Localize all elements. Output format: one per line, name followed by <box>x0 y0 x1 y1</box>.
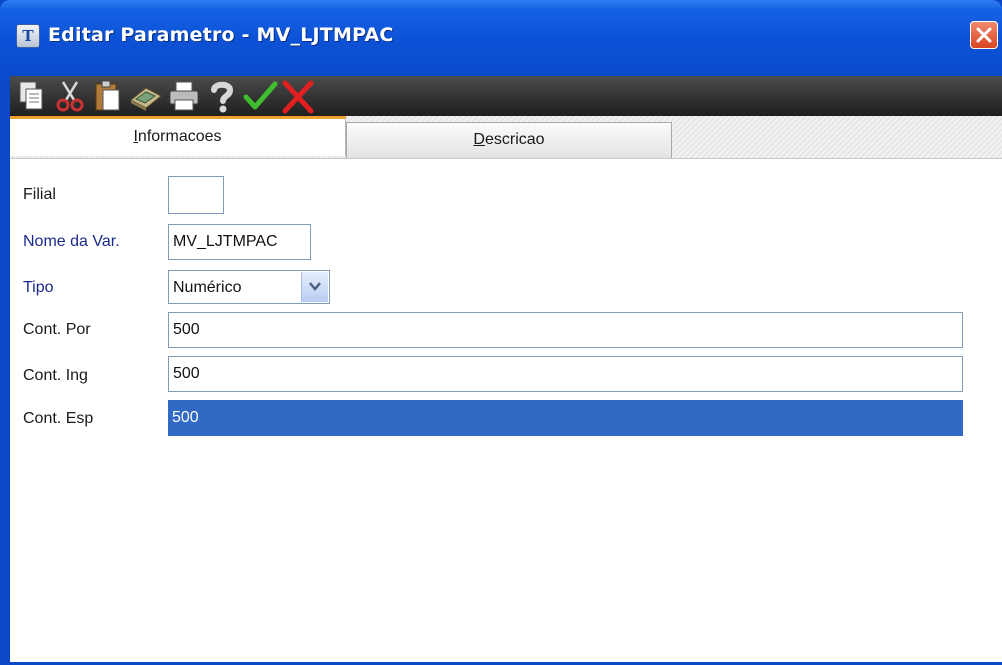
print-icon <box>169 81 199 111</box>
help-icon <box>211 81 234 113</box>
paste-icon <box>95 80 120 111</box>
cancel-x-icon <box>282 80 314 114</box>
copy-icon <box>19 81 43 110</box>
nome-var-field[interactable]: MV_LJTMPAC <box>168 224 311 260</box>
tipo-label: Tipo <box>23 279 54 296</box>
cut-button[interactable] <box>52 78 88 114</box>
confirm-check-icon <box>243 81 278 110</box>
cont-esp-field[interactable]: 500 <box>168 400 963 436</box>
filial-field[interactable] <box>168 176 224 214</box>
filial-label: Filial <box>23 186 56 203</box>
print-button[interactable] <box>166 78 202 114</box>
confirm-button[interactable] <box>242 78 278 114</box>
cancel-button[interactable] <box>280 78 316 114</box>
cont-ing-field[interactable]: 500 <box>168 356 963 392</box>
cut-icon <box>56 81 84 112</box>
tipo-dropdown-button[interactable] <box>301 272 328 302</box>
dialog-window: T Editar Parametro - MV_LJTMPAC Informac… <box>0 0 1002 665</box>
nome-var-label: Nome da Var. <box>23 233 120 250</box>
close-button[interactable] <box>970 21 998 49</box>
tab-descricao[interactable]: Descricao <box>346 122 672 158</box>
dialog-content: Informacoes Descricao Filial Nome da Var… <box>10 116 1002 665</box>
cont-esp-label: Cont. Esp <box>23 410 94 427</box>
tab-informacoes-label: nformacoes <box>137 128 222 145</box>
cont-por-field[interactable]: 500 <box>168 312 963 348</box>
close-icon <box>976 27 992 43</box>
calculator-icon <box>130 87 162 111</box>
cont-ing-label: Cont. Ing <box>23 367 88 384</box>
copy-button[interactable] <box>14 78 50 114</box>
tipo-select-value: Numérico <box>173 279 242 296</box>
toolbar <box>10 76 1002 116</box>
help-button[interactable] <box>204 78 240 114</box>
title-bar[interactable]: T Editar Parametro - MV_LJTMPAC <box>0 0 1002 80</box>
tab-descricao-label: escricao <box>484 131 545 148</box>
tipo-select[interactable]: Numérico <box>168 270 330 304</box>
cont-por-label: Cont. Por <box>23 321 91 338</box>
paste-button[interactable] <box>90 78 126 114</box>
tab-descricao-accel: D <box>473 131 485 148</box>
tab-strip: Informacoes Descricao <box>10 116 1002 159</box>
app-icon: T <box>16 24 40 48</box>
window-title: Editar Parametro - MV_LJTMPAC <box>48 24 394 46</box>
tab-informacoes[interactable]: Informacoes <box>10 116 346 156</box>
chevron-down-icon <box>309 282 321 291</box>
calculator-button[interactable] <box>128 78 164 114</box>
